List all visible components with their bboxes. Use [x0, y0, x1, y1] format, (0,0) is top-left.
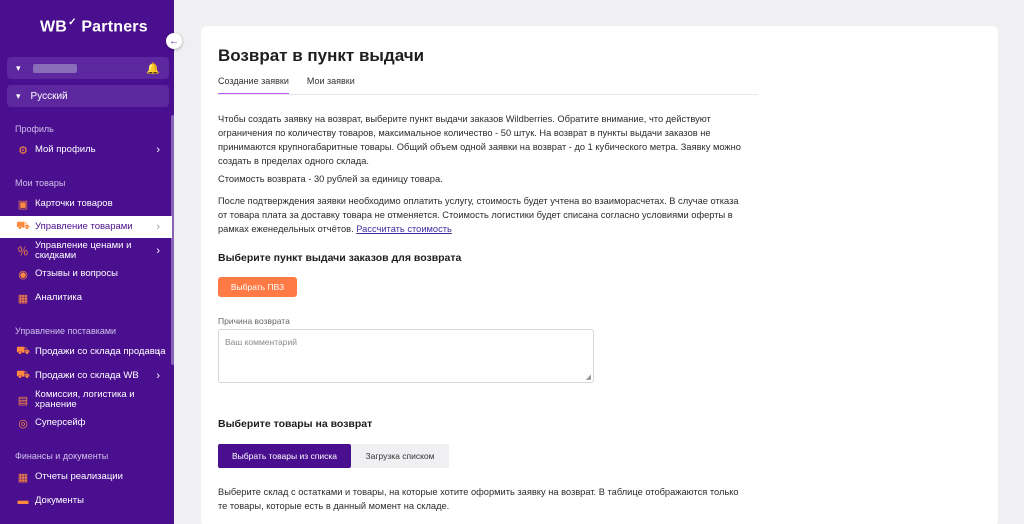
sidebar-item-commission[interactable]: ▤ Комиссия, логистика и хранение [0, 389, 172, 411]
section-profile: Профиль [15, 124, 54, 134]
upload-list-button[interactable]: Загрузка списком [351, 444, 449, 468]
section-supplies: Управление поставками [15, 326, 117, 336]
reason-label: Причина возврата [218, 316, 290, 326]
sidebar-item-documents[interactable]: ▬ Документы [0, 490, 172, 512]
chevron-right-icon: › [156, 144, 160, 156]
section-finance: Финансы и документы [15, 451, 109, 461]
document-percent-icon: ▤ [17, 394, 29, 407]
sidebar-item-goods-management[interactable]: ⛟ Управление товарами › [0, 216, 172, 238]
logo[interactable]: WB✓ Partners [40, 17, 148, 36]
box-icon: ▣ [17, 198, 29, 211]
comment-placeholder: Ваш комментарий [225, 337, 297, 347]
sidebar-item-product-cards[interactable]: ▣ Карточки товаров [0, 193, 172, 215]
arrow-left-icon: ← [169, 35, 179, 47]
calculate-cost-link[interactable]: Рассчитать стоимость [356, 224, 452, 234]
resize-handle-icon[interactable]: ◢ [586, 373, 591, 381]
chevron-right-icon: › [156, 346, 160, 358]
payment-text: После подтверждения заявки необходимо оп… [218, 196, 739, 234]
percent-icon: ％ [17, 246, 29, 258]
sidebar-scrollbar[interactable] [171, 115, 174, 365]
sidebar-item-sales-reports[interactable]: ▦ Отчеты реализации [0, 466, 172, 488]
chevron-down-icon: ▾ [16, 90, 21, 101]
comment-textarea[interactable]: Ваш комментарий ◢ [218, 329, 594, 383]
sidebar-item-supersafe[interactable]: ◎ Суперсейф [0, 412, 172, 434]
sidebar-item-reviews[interactable]: ◉ Отзывы и вопросы [0, 263, 172, 285]
truck-icon: ⛟ [16, 369, 30, 381]
cart-icon: ⛟ [16, 345, 30, 357]
sidebar-item-analytics[interactable]: ▦ Аналитика [0, 287, 172, 309]
chevron-right-icon: › [156, 370, 160, 382]
sidebar-item-wb-warehouse-sales[interactable]: ⛟ Продажи со склада WB › [0, 365, 172, 387]
safe-icon: ◎ [18, 417, 28, 430]
cost-text: Стоимость возврата - 30 рублей за единиц… [218, 174, 443, 184]
chat-icon: ◉ [18, 268, 28, 281]
language-selector[interactable]: ▾ Русский [7, 85, 169, 107]
select-pvz-button[interactable]: Выбрать ПВЗ [218, 277, 297, 297]
tabs-divider [218, 94, 758, 95]
chart-icon: ▦ [17, 292, 29, 305]
chevron-right-icon: › [156, 221, 160, 233]
sidebar: WB✓ Partners ▾ 🔔 ▾ Русский Профиль ⚙ Мой… [0, 0, 174, 524]
chevron-down-icon: ▾ [16, 62, 21, 73]
main-card: Возврат в пункт выдачи Создание заявки М… [201, 26, 998, 524]
chevron-right-icon: › [156, 245, 160, 257]
sliders-icon: ⚙ [18, 144, 28, 157]
goods-heading: Выберите товары на возврат [218, 418, 373, 430]
tab-my-requests[interactable]: Мои заявки [307, 76, 355, 95]
sidebar-item-seller-warehouse-sales[interactable]: ⛟ Продажи со склада продавца › [0, 341, 172, 363]
tabs: Создание заявки Мои заявки [218, 76, 373, 95]
page-title: Возврат в пункт выдачи [218, 46, 425, 65]
tab-create-request[interactable]: Создание заявки [218, 76, 289, 95]
sidebar-item-my-profile[interactable]: ⚙ Мой профиль › [0, 139, 172, 161]
bell-icon[interactable]: 🔔 [146, 62, 160, 75]
account-name-blurred [32, 63, 77, 73]
collapse-sidebar-button[interactable]: ← [166, 33, 182, 49]
calculator-icon: ▦ [17, 471, 29, 484]
sidebar-item-price-management[interactable]: ％ Управление ценами и скидками › [0, 240, 172, 262]
pvz-heading: Выберите пункт выдачи заказов для возвра… [218, 252, 462, 264]
intro-text: Чтобы создать заявку на возврат, выберит… [218, 114, 741, 166]
briefcase-icon: ▬ [17, 495, 29, 507]
truck-icon: ⛟ [16, 220, 30, 232]
warehouse-text: Выберите склад с остатками и товары, на … [218, 487, 739, 511]
section-my-goods: Мои товары [15, 178, 66, 188]
choose-from-list-button[interactable]: Выбрать товары из списка [218, 444, 351, 468]
language-label: Русский [30, 90, 68, 102]
account-selector[interactable]: ▾ 🔔 [7, 57, 169, 79]
